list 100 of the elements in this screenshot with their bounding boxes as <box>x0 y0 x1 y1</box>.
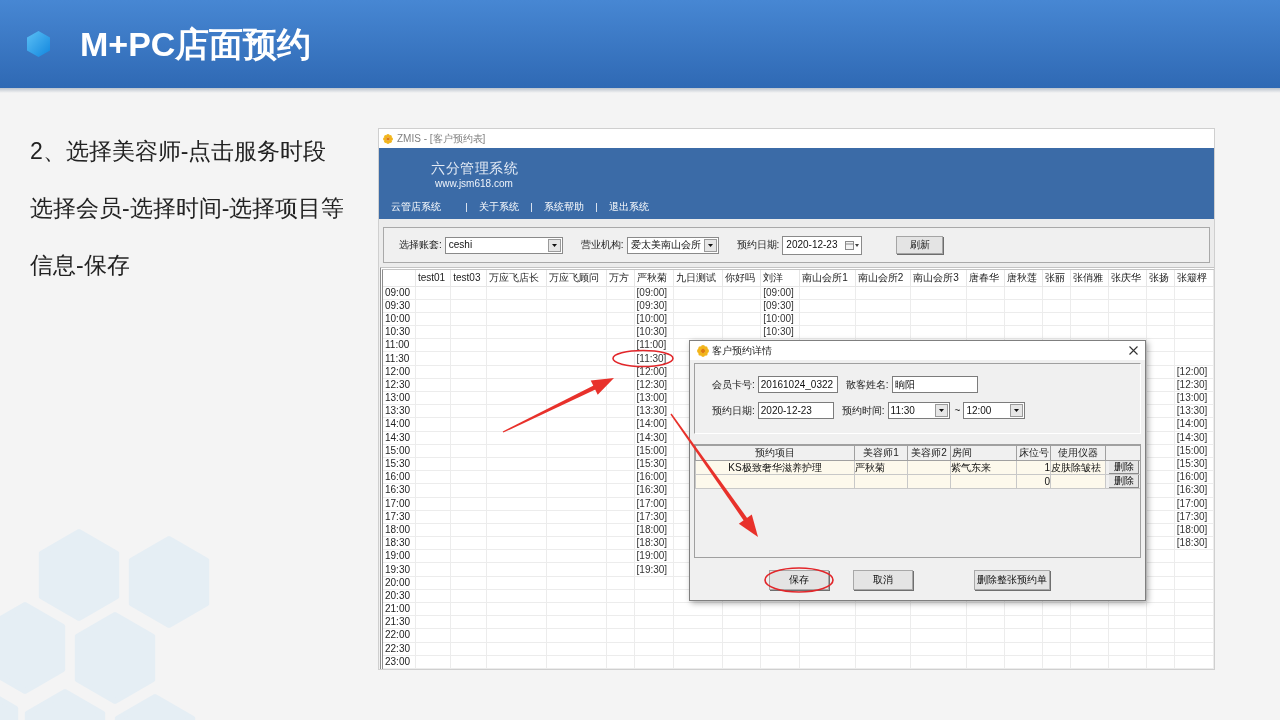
time-label: 12:30 <box>383 378 416 392</box>
column-header: 严秋菊 <box>634 270 674 286</box>
column-header: 预约项目 <box>695 445 855 461</box>
time-slot[interactable]: [18:30] <box>634 536 674 550</box>
time-slot[interactable]: [12:00] <box>634 365 674 379</box>
time-slot[interactable]: [10:00] <box>760 312 800 326</box>
time-slot[interactable]: [12:30] <box>1174 378 1214 392</box>
flower-icon <box>697 344 709 357</box>
time-slot[interactable]: [14:30] <box>1174 431 1214 445</box>
column-header: 美容师2 <box>907 445 951 461</box>
delete-button[interactable]: 删除 <box>1109 475 1139 488</box>
dropdown-field[interactable]: 11:30 <box>887 402 950 419</box>
time-label: 18:00 <box>383 523 416 537</box>
table-cell: 1 <box>1016 460 1051 475</box>
column-header: 张扬 <box>1146 270 1175 286</box>
dropdown-field[interactable]: ceshi <box>444 236 563 254</box>
dropdown-field[interactable]: 爱太美南山会所 <box>626 236 719 254</box>
time-slot[interactable]: [14:00] <box>634 417 674 432</box>
table-cell: 紫气东来 <box>950 460 1017 475</box>
time-slot[interactable]: [10:30] <box>634 325 674 339</box>
time-slot[interactable]: [17:30] <box>1174 510 1214 524</box>
table-cell: 0 <box>1016 474 1051 489</box>
menu-item[interactable]: 退出系统 <box>609 201 649 213</box>
time-label: 19:00 <box>383 549 416 563</box>
flower-icon <box>383 133 393 144</box>
calendar-icon <box>845 240 860 250</box>
refresh-button[interactable]: 刷新 <box>896 236 944 254</box>
caret-icon <box>547 238 561 252</box>
time-slot[interactable]: [14:00] <box>1174 417 1214 432</box>
time-slot[interactable]: [17:00] <box>1174 497 1214 511</box>
field-label: 预约日期: <box>712 405 755 416</box>
delete-order-button[interactable]: 删除整张预约单 <box>974 570 1050 590</box>
time-label: 11:30 <box>383 351 416 366</box>
caret-icon <box>703 238 717 252</box>
column-header: 床位号 <box>1016 445 1051 461</box>
text-field[interactable]: 晌阳 <box>891 376 978 393</box>
dropdown-field[interactable]: 12:00 <box>963 402 1026 419</box>
time-label: 09:30 <box>383 299 416 313</box>
time-slot[interactable]: [12:00] <box>1174 365 1214 379</box>
time-slot[interactable]: [13:00] <box>1174 391 1214 405</box>
instruction-text: 2、选择美容师-点击服务时段 <box>30 137 327 166</box>
column-header: 九日测试 <box>673 270 723 286</box>
time-slot[interactable]: [15:30] <box>634 457 674 471</box>
menu-item[interactable]: 系统帮助 <box>544 201 584 213</box>
text-field[interactable]: 20161024_0322 <box>757 376 838 393</box>
cancel-button[interactable]: 取消 <box>853 570 913 590</box>
delete-button[interactable]: 删除 <box>1109 461 1139 474</box>
time-slot[interactable]: [19:30] <box>634 562 674 577</box>
time-slot[interactable]: [09:00] <box>634 286 674 300</box>
column-header: 刘洋 <box>760 270 800 286</box>
menu-item[interactable]: 云管店系统 <box>391 201 441 213</box>
time-label: 21:30 <box>383 615 416 629</box>
table-cell: 严秋菊 <box>854 460 908 475</box>
time-slot[interactable]: [17:30] <box>634 510 674 524</box>
time-slot[interactable]: [13:30] <box>1174 404 1214 418</box>
field-label: 会员卡号: <box>712 379 755 390</box>
time-slot[interactable]: [17:00] <box>634 497 674 511</box>
column-header: 南山会所1 <box>799 270 856 286</box>
time-label: 16:30 <box>383 483 416 497</box>
time-label: 17:30 <box>383 510 416 524</box>
time-slot[interactable]: [11:00] <box>634 338 674 352</box>
time-slot[interactable]: [15:00] <box>634 444 674 458</box>
time-slot[interactable]: [12:30] <box>634 378 674 392</box>
time-slot[interactable]: [10:00] <box>634 312 674 326</box>
slide-title: M+PC店面预约 <box>80 27 312 61</box>
time-slot[interactable]: [10:30] <box>760 325 800 339</box>
time-label: 22:00 <box>383 628 416 643</box>
date-field[interactable]: 2020-12-23 <box>782 235 863 255</box>
time-slot[interactable]: [15:00] <box>1174 444 1214 458</box>
time-slot[interactable]: [16:30] <box>1174 483 1214 497</box>
column-header: test03 <box>450 270 487 286</box>
column-header: 你好吗 <box>722 270 761 286</box>
hexagon-icon <box>27 31 50 57</box>
time-slot[interactable]: [16:30] <box>634 483 674 497</box>
column-header: test01 <box>415 270 451 286</box>
instruction-text: 选择会员-选择时间-选择项目等 <box>30 194 345 223</box>
time-slot[interactable]: [18:00] <box>1174 523 1214 537</box>
time-slot[interactable]: [16:00] <box>634 470 674 484</box>
time-slot[interactable]: [11:30] <box>634 351 674 366</box>
column-header: 张簸桴 <box>1174 270 1214 286</box>
text-field[interactable]: 2020-12-23 <box>757 402 834 419</box>
time-slot[interactable]: [18:00] <box>634 523 674 537</box>
time-slot[interactable]: [16:00] <box>1174 470 1214 484</box>
time-slot[interactable]: [18:30] <box>1174 536 1214 550</box>
save-button[interactable]: 保存 <box>769 570 829 590</box>
field-label: 散客姓名: <box>845 379 889 390</box>
time-slot[interactable]: [09:00] <box>760 286 800 300</box>
time-slot[interactable]: [13:00] <box>634 391 674 405</box>
column-header: 万方 <box>606 270 635 286</box>
time-label: 13:30 <box>383 404 416 418</box>
time-slot[interactable]: [14:30] <box>634 431 674 445</box>
time-slot[interactable]: [09:30] <box>760 299 800 313</box>
time-slot[interactable]: [19:00] <box>634 549 674 563</box>
time-label: 19:30 <box>383 562 416 577</box>
column-header: 张庆华 <box>1108 270 1147 286</box>
menu-item[interactable]: 关于系统 <box>479 201 519 213</box>
website-url: www.jsm618.com <box>435 177 513 190</box>
time-label: 20:00 <box>383 576 416 590</box>
time-slot[interactable]: [15:30] <box>1174 457 1214 471</box>
time-slot[interactable]: [09:30] <box>634 299 674 313</box>
